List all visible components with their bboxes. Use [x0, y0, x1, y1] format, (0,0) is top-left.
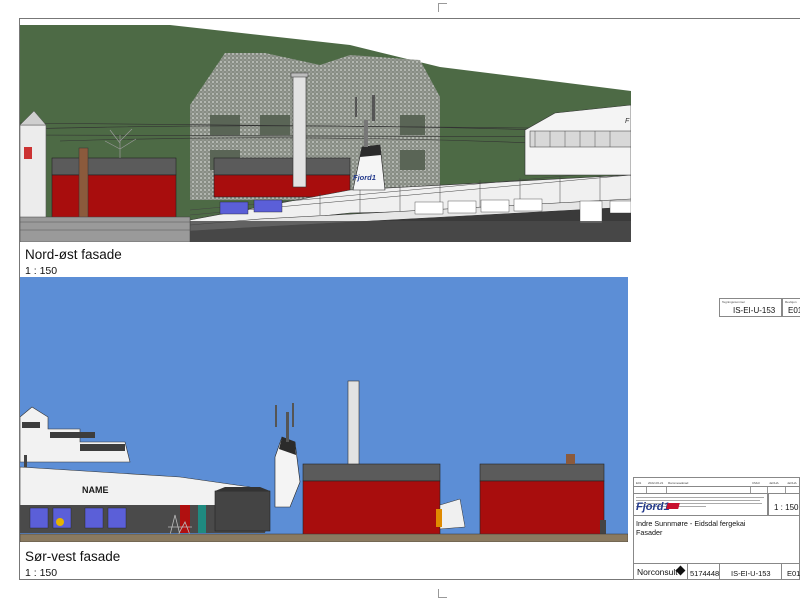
- project-name: Indre Sunnmøre - Eidsdal fergekai: [636, 519, 746, 528]
- sheet-corner-marker: [438, 589, 447, 598]
- grey-shed: [214, 490, 271, 532]
- drawing-number-label: Tegningsnummer: [722, 300, 746, 304]
- view-title-north-east: Nord-øst fasade: [25, 247, 122, 262]
- revision-row-rev: E01: [636, 481, 642, 485]
- red-building-right-roof: [479, 463, 605, 482]
- brown-chimney: [78, 147, 89, 221]
- fjord1-title-logo: Fjord1: [636, 501, 670, 513]
- drawing-number-bottom: IS-EI-U-153: [731, 569, 771, 578]
- revision-box: Revisjon E01: [782, 298, 800, 317]
- fjord1-logo-box: Fjord1: [633, 499, 768, 516]
- ship-name: NAME: [82, 485, 109, 495]
- exhaust-stack-sw: [347, 380, 360, 467]
- revision-value: E01: [788, 306, 800, 315]
- fjord1-flag-icon: [666, 503, 680, 509]
- red-building-1-roof: [51, 157, 177, 176]
- revision-row-approved: JaOHA: [787, 481, 797, 485]
- revision-row-drawn: CMHI: [752, 481, 760, 485]
- company-box: Norconsult: [633, 564, 688, 580]
- revision-label: Revisjon: [785, 300, 797, 304]
- drawing-number-box: Tegningsnummer IS-EI-U-153: [719, 298, 782, 317]
- red-building-right: [479, 480, 605, 536]
- revision-row-checked: JaOHA: [769, 481, 779, 485]
- revision-header-row: [633, 487, 800, 494]
- revision-row-date: 2022-06-21: [648, 481, 664, 485]
- red-building-1: [51, 174, 177, 221]
- view-title-south-west: Sør-vest fasade: [25, 549, 121, 564]
- revision-row: E01 2022-06-21 Rammesøknad CMHI JaOHA Ja…: [633, 477, 800, 487]
- quay: [20, 216, 191, 242]
- title-block-scale: 1 : 150: [774, 503, 799, 512]
- svg-text:F: F: [625, 118, 630, 125]
- small-white-building: [20, 124, 47, 221]
- project-number-box: 5174448: [688, 564, 720, 580]
- view-scale-south-west: 1 : 150: [25, 567, 58, 579]
- drawing-number-bottom-box: IS-EI-U-153: [720, 564, 782, 580]
- revision-bottom-box: E01: [782, 564, 800, 580]
- red-building-left: [302, 480, 441, 536]
- red-building-2-roof: [213, 157, 351, 176]
- exhaust-stack: [292, 74, 307, 188]
- revision-row-text: Rammesøknad: [668, 481, 689, 485]
- scale-box: 1 : 150: [768, 494, 800, 516]
- project-number: 5174448: [690, 569, 720, 578]
- project-title-box: Indre Sunnmøre - Eidsdal fergekai Fasade…: [633, 516, 800, 564]
- drawing-number-value: IS-EI-U-153: [733, 306, 776, 315]
- drawing-title: Fasader: [636, 528, 663, 537]
- ground-line: [20, 533, 628, 543]
- revision-bottom: E01: [787, 569, 800, 578]
- north-east-elevation-drawing: F Fjord1: [20, 25, 631, 242]
- red-building-left-roof: [302, 463, 441, 482]
- south-west-elevation-drawing: NAME: [20, 277, 628, 549]
- view-scale-north-east: 1 : 150: [25, 265, 58, 277]
- sheet-corner-marker: [438, 3, 447, 12]
- fjord1-logo: Fjord1: [353, 173, 376, 182]
- norconsult-logo: Norconsult: [637, 567, 678, 577]
